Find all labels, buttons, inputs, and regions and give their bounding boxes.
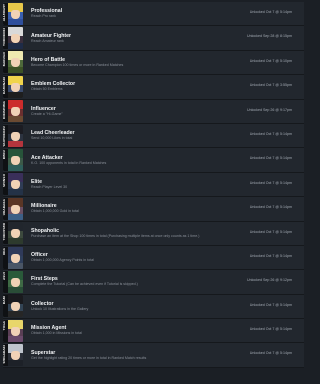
achievement-row[interactable]: ALLMIGHT Professional Reach Pro rank Unlo… bbox=[3, 2, 304, 27]
achievement-description: Obtain 50 Emblems bbox=[31, 87, 63, 92]
achievement-icon: KIRISHIMA bbox=[3, 100, 23, 123]
achievement-description: K.O. 100 opponents in total in Ranked Ma… bbox=[31, 160, 107, 165]
achievement-row[interactable]: TODOROKI Amateur Fighter Reach Amateur ra… bbox=[3, 26, 304, 51]
achievement-description: Complete the Tutorial (Can be achieved e… bbox=[31, 282, 138, 287]
achievement-icon: TODOROKI bbox=[3, 27, 23, 50]
unlock-status: Unlocked Oct 7 @ 5:14pm bbox=[249, 327, 292, 332]
unlock-status: Unlocked Oct 7 @ 5:14pm bbox=[249, 302, 292, 307]
unlock-status: Unlocked Oct 7 @ 5:14pm bbox=[249, 156, 292, 161]
achievement-icon: IIDA bbox=[3, 246, 23, 269]
achievement-icon: ALLMIGHT bbox=[3, 2, 23, 25]
unlock-status: Unlocked Oct 7 @ 5:14pm bbox=[249, 131, 292, 136]
achievement-row[interactable]: SHIGARAKI Superstar Get the highlight rat… bbox=[3, 343, 304, 368]
unlock-status: Unlocked Oct 7 @ 5:10pm bbox=[249, 58, 292, 63]
unlock-status: Unlocked Sep 26 @ 9:12pm bbox=[246, 278, 292, 283]
unlock-status: Unlocked Sep 28 @ 8:15pm bbox=[246, 34, 292, 39]
achievement-description: Reach Pro rank bbox=[31, 14, 56, 19]
achievement-row[interactable]: URARAKA Millionaire Obtain 1,000,000 Gold… bbox=[3, 197, 304, 222]
unlock-status: Unlocked Oct 7 @ 5:14pm bbox=[249, 10, 292, 14]
achievement-row[interactable]: KIRISHIMA Influencer Create a "Hi-Game" U… bbox=[3, 99, 304, 124]
achievement-list: ALLMIGHT Professional Reach Pro rank Unlo… bbox=[0, 0, 307, 384]
achievement-row[interactable]: TOGA Mission Agent Obtain 1,000 in Missio… bbox=[3, 319, 304, 344]
achievement-description: Send 10,000 Likes in total bbox=[31, 136, 73, 141]
achievement-description: Reach Amateur rank bbox=[31, 38, 64, 43]
achievement-icon: DEKU bbox=[3, 149, 23, 172]
unlock-status: Unlocked Oct 7 @ 5:14pm bbox=[249, 180, 292, 185]
achievement-row[interactable]: SHINSO Elite Reach Player Level 30 Unlock… bbox=[3, 172, 304, 198]
unlock-status: Unlocked Oct 7 @ 5:14pm bbox=[249, 229, 292, 234]
achievement-icon: TOGA bbox=[3, 319, 23, 342]
achievement-description: Get the highlight rating 20 times or mor… bbox=[31, 355, 147, 360]
unlock-status: Unlocked Sep 26 @ 9:17pm bbox=[246, 107, 292, 112]
achievement-icon: SHINSO bbox=[3, 173, 23, 196]
achievement-description: Reach Player Level 30 bbox=[31, 184, 68, 189]
achievement-description: Obtain 1,000,000 Gold in total bbox=[31, 209, 79, 214]
achievement-icon: YAOYOROZU bbox=[3, 124, 23, 147]
achievement-description: Become Champion 100 times or more in Ran… bbox=[31, 62, 124, 67]
achievement-row[interactable]: TOKOYAMI Shopaholic Purchase an item at t… bbox=[3, 221, 304, 246]
achievement-row[interactable]: DEKU Ace Attacker K.O. 100 opponents in t… bbox=[3, 148, 304, 173]
achievement-description: Purchase an item at the Shop 100 times i… bbox=[31, 233, 200, 238]
unlock-status: Unlocked Oct 7 @ 5:14pm bbox=[249, 205, 292, 210]
unlock-status: Unlocked Oct 7 @ 5:14pm bbox=[249, 253, 292, 258]
achievement-row[interactable]: KAMINARI Emblem Collector Obtain 50 Emble… bbox=[3, 75, 304, 100]
achievement-row[interactable]: DABI Collector Unlock 10 Illustrations in… bbox=[3, 294, 304, 320]
achievement-icon: BAKUGO bbox=[3, 51, 23, 74]
achievement-icon: ASUI bbox=[3, 270, 23, 293]
achievement-row[interactable]: YAOYOROZU Lead Cheerleader Send 10,000 Li… bbox=[3, 123, 304, 149]
achievement-icon: KAMINARI bbox=[3, 75, 23, 98]
achievement-icon: TOKOYAMI bbox=[3, 222, 23, 245]
achievement-description: Obtain 1,000 in Missions in total bbox=[31, 331, 82, 336]
achievement-description: Create a "Hi-Game" bbox=[31, 111, 63, 116]
achievement-icon: SHIGARAKI bbox=[3, 344, 23, 367]
unlock-status: Unlocked Oct 7 @ 3:55pm bbox=[249, 83, 292, 88]
achievement-description: Unlock 10 Illustrations in the Gallery bbox=[31, 306, 89, 311]
achievement-row[interactable]: IIDA Officer Obtain 1,000,000 Agency Poin… bbox=[3, 245, 304, 271]
achievement-icon: DABI bbox=[3, 295, 23, 318]
achievement-row[interactable]: ASUI First Steps Complete the Tutorial (C… bbox=[3, 270, 304, 295]
achievement-icon: URARAKA bbox=[3, 197, 23, 220]
achievement-row[interactable]: BAKUGO Hero of Battle Become Champion 100… bbox=[3, 50, 304, 76]
unlock-status: Unlocked Oct 7 @ 5:14pm bbox=[249, 351, 292, 356]
achievement-description: Obtain 1,000,000 Agency Points in total bbox=[31, 258, 94, 263]
